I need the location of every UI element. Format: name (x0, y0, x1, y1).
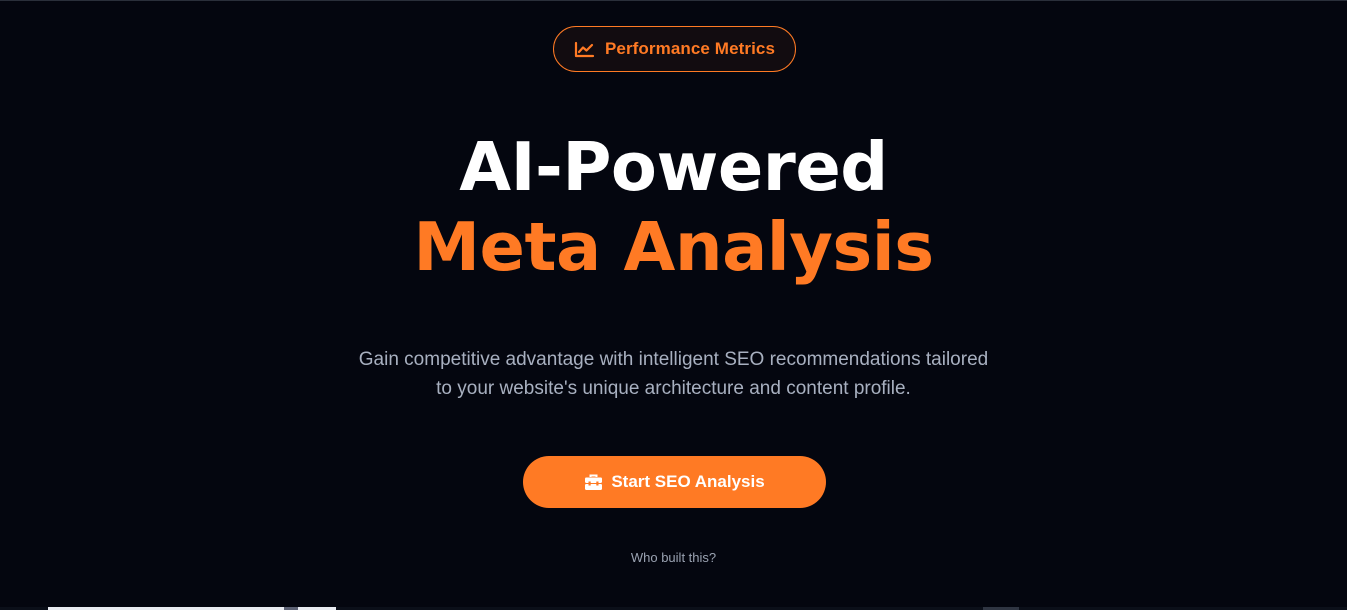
hero-title-line-1: AI-Powered (459, 128, 888, 206)
who-built-this-link[interactable]: Who built this? (0, 550, 1347, 565)
badge-label: Performance Metrics (604, 39, 776, 58)
start-seo-analysis-button[interactable]: Start SEO Analysis (523, 456, 826, 508)
performance-metrics-badge[interactable]: Performance Metrics (553, 26, 796, 72)
toolbox-icon (584, 474, 603, 491)
hero-title-line-2: Meta Analysis (413, 208, 934, 286)
hero-subtitle-line-2: to your website's unique architecture an… (436, 378, 911, 399)
hero-subtitle-line-1: Gain competitive advantage with intellig… (358, 349, 989, 370)
landing-page: Performance Metrics AI-Powered Meta Anal… (0, 0, 1347, 610)
hero-subtitle: Gain competitive advantage with intellig… (320, 345, 1027, 403)
chart-line-icon (574, 41, 595, 58)
cta-label: Start SEO Analysis (611, 472, 765, 491)
